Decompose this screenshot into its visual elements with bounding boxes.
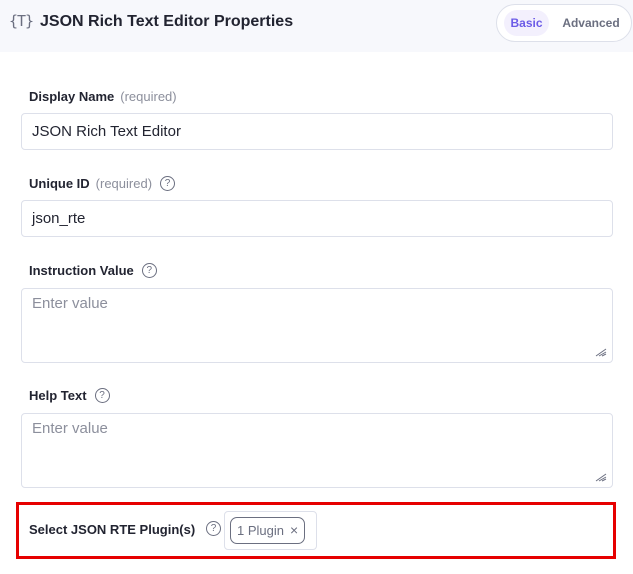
plugins-label: Select JSON RTE Plugin(s) <box>29 522 196 537</box>
help-icon[interactable]: ? <box>160 176 176 192</box>
instruction-value-placeholder: Enter value <box>32 295 108 312</box>
unique-id-input[interactable]: json_rte <box>21 200 613 237</box>
required-indicator: (required) <box>95 176 153 191</box>
selected-plugins-count: 1 Plugin <box>237 523 284 538</box>
unique-id-label-text: Unique ID <box>29 176 90 191</box>
help-text-label: Help Text? <box>29 388 110 404</box>
plugin-selector-highlight: Select JSON RTE Plugin(s) ? 1 Plugin × <box>16 502 616 559</box>
help-icon[interactable]: ? <box>94 388 110 404</box>
tab-advanced[interactable]: Advanced <box>555 10 627 36</box>
resize-handle-icon[interactable] <box>595 472 607 482</box>
required-indicator: (required) <box>120 89 177 104</box>
plugins-select[interactable]: 1 Plugin × <box>224 511 317 550</box>
json-rte-field-icon: {T} <box>9 12 34 30</box>
resize-handle-icon[interactable] <box>595 347 607 357</box>
mode-tabs: Basic Advanced <box>496 4 632 42</box>
display-name-value: JSON Rich Text Editor <box>32 123 181 140</box>
unique-id-label: Unique ID (required)? <box>29 176 176 192</box>
display-name-input[interactable]: JSON Rich Text Editor <box>21 113 613 150</box>
selected-plugins-pill[interactable]: 1 Plugin × <box>230 517 306 544</box>
panel-header: {T} JSON Rich Text Editor Properties Bas… <box>0 0 633 52</box>
help-text-placeholder: Enter value <box>32 420 108 437</box>
instruction-value-label: Instruction Value? <box>29 263 157 279</box>
help-icon[interactable]: ? <box>141 263 157 279</box>
display-name-label: Display Name (required) <box>29 89 177 104</box>
help-text-label-text: Help Text <box>29 388 87 403</box>
display-name-label-text: Display Name <box>29 89 115 104</box>
tab-basic[interactable]: Basic <box>504 10 549 36</box>
help-text-textarea[interactable]: Enter value <box>21 413 613 488</box>
instruction-value-label-text: Instruction Value <box>29 263 134 278</box>
panel-title: JSON Rich Text Editor Properties <box>40 13 294 30</box>
close-icon[interactable]: × <box>290 522 298 538</box>
help-icon[interactable]: ? <box>206 521 221 536</box>
instruction-value-textarea[interactable]: Enter value <box>21 288 613 363</box>
unique-id-value: json_rte <box>32 210 86 227</box>
